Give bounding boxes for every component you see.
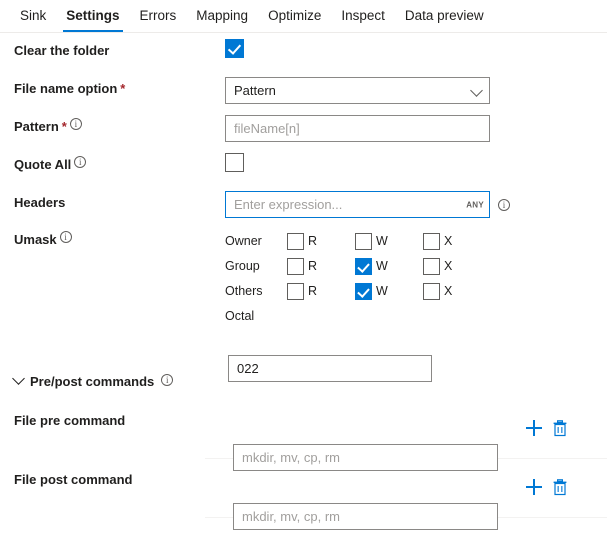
row-umask: Umask i Owner R W X — [0, 229, 607, 325]
umask-column-label-r: R — [308, 284, 317, 298]
umask-column-label-w: W — [376, 284, 388, 298]
tab-mapping[interactable]: Mapping — [186, 0, 258, 32]
control-umask: Owner R W X Group — [225, 229, 607, 323]
control-clear-the-folder — [225, 39, 607, 58]
trash-icon — [551, 419, 569, 437]
umask-row-others: Others R W X — [225, 281, 491, 301]
headers-expression-wrapper: ANY — [225, 191, 490, 218]
headers-expression-input[interactable] — [225, 191, 490, 218]
tab-settings[interactable]: Settings — [56, 0, 129, 32]
umask-group-execute-cell: X — [423, 258, 491, 275]
row-quote-all: Quote All i — [0, 153, 607, 191]
control-file-name-option: Pattern — [225, 77, 607, 104]
umask-group-execute-checkbox[interactable] — [423, 258, 440, 275]
umask-others-write-cell: W — [355, 283, 423, 300]
file-post-command-delete-button[interactable] — [551, 478, 569, 496]
umask-octal-label: Octal — [225, 306, 491, 323]
umask-group-write-cell: W — [355, 258, 423, 275]
umask-owner-read-cell: R — [287, 233, 355, 250]
label-quote-all: Quote All i — [14, 153, 225, 172]
umask-others-execute-cell: X — [423, 283, 491, 300]
file-pre-command-label: File pre command — [14, 413, 125, 428]
settings-form: Clear the folder File name option * Patt… — [0, 33, 607, 325]
tab-data-preview[interactable]: Data preview — [395, 0, 494, 32]
umask-octal-input[interactable] — [228, 355, 432, 382]
umask-others-read-cell: R — [287, 283, 355, 300]
prepost-commands-label: Pre/post commands — [30, 374, 154, 389]
pattern-required-asterisk: * — [62, 119, 67, 134]
file-pre-command-input[interactable] — [233, 444, 498, 471]
info-icon[interactable]: i — [74, 156, 86, 168]
file-name-option-value: Pattern — [234, 83, 276, 98]
file-pre-command-delete-button[interactable] — [551, 419, 569, 437]
umask-owner-execute-cell: X — [423, 233, 491, 250]
tab-inspect[interactable]: Inspect — [331, 0, 395, 32]
pattern-input[interactable] — [225, 115, 490, 142]
umask-column-label-r: R — [308, 234, 317, 248]
label-clear-the-folder: Clear the folder — [14, 39, 225, 58]
file-name-option-dropdown[interactable]: Pattern — [225, 77, 490, 104]
file-name-option-label-text: File name option — [14, 81, 117, 96]
umask-column-label-x: X — [444, 234, 452, 248]
file-post-command-add-button[interactable] — [525, 478, 543, 496]
tab-errors[interactable]: Errors — [130, 0, 187, 32]
control-pattern — [225, 115, 607, 142]
umask-others-label: Others — [225, 284, 287, 298]
umask-owner-read-checkbox[interactable] — [287, 233, 304, 250]
chevron-down-icon — [12, 372, 25, 385]
prepost-commands-section-header[interactable]: Pre/post commands i — [14, 374, 173, 389]
umask-label-text: Umask — [14, 232, 57, 247]
umask-row-group: Group R W X — [225, 256, 491, 276]
label-pattern: Pattern * i — [14, 115, 225, 134]
umask-column-label-w: W — [376, 234, 388, 248]
info-icon[interactable]: i — [498, 199, 510, 211]
row-pattern: Pattern * i — [0, 115, 607, 153]
clear-the-folder-label-text: Clear the folder — [14, 43, 109, 58]
umask-row-owner: Owner R W X — [225, 231, 491, 251]
clear-the-folder-checkbox[interactable] — [225, 39, 244, 58]
umask-others-execute-checkbox[interactable] — [423, 283, 440, 300]
control-quote-all — [225, 153, 607, 172]
label-headers: Headers — [14, 191, 225, 210]
umask-group-label: Group — [225, 259, 287, 273]
trash-icon — [551, 478, 569, 496]
info-icon[interactable]: i — [60, 231, 72, 243]
umask-column-label-r: R — [308, 259, 317, 273]
tab-optimize[interactable]: Optimize — [258, 0, 331, 32]
umask-column-label-x: X — [444, 259, 452, 273]
file-post-command-input[interactable] — [233, 503, 498, 530]
umask-column-label-x: X — [444, 284, 452, 298]
row-headers: Headers ANY i — [0, 191, 607, 229]
umask-owner-write-checkbox[interactable] — [355, 233, 372, 250]
info-icon[interactable]: i — [161, 374, 173, 386]
umask-owner-execute-checkbox[interactable] — [423, 233, 440, 250]
tab-bar: Sink Settings Errors Mapping Optimize In… — [0, 0, 607, 33]
umask-others-write-checkbox[interactable] — [355, 283, 372, 300]
row-clear-the-folder: Clear the folder — [0, 39, 607, 77]
umask-column-label-w: W — [376, 259, 388, 273]
umask-group-read-cell: R — [287, 258, 355, 275]
file-pre-command-add-button[interactable] — [525, 419, 543, 437]
umask-permission-grid: Owner R W X Group — [225, 229, 491, 323]
file-post-command-label: File post command — [14, 472, 132, 487]
tab-sink[interactable]: Sink — [10, 0, 56, 32]
label-file-name-option: File name option * — [14, 77, 225, 96]
quote-all-checkbox[interactable] — [225, 153, 244, 172]
pattern-label-text: Pattern — [14, 119, 59, 134]
headers-label-text: Headers — [14, 195, 65, 210]
control-headers: ANY i — [225, 191, 607, 218]
info-icon[interactable]: i — [70, 118, 82, 130]
quote-all-label-text: Quote All — [14, 157, 71, 172]
row-file-name-option: File name option * Pattern — [0, 77, 607, 115]
umask-owner-label: Owner — [225, 234, 287, 248]
file-name-option-required-asterisk: * — [120, 81, 125, 96]
umask-others-read-checkbox[interactable] — [287, 283, 304, 300]
label-umask: Umask i — [14, 229, 225, 247]
umask-group-write-checkbox[interactable] — [355, 258, 372, 275]
chevron-down-icon — [470, 84, 483, 97]
umask-owner-write-cell: W — [355, 233, 423, 250]
umask-group-read-checkbox[interactable] — [287, 258, 304, 275]
